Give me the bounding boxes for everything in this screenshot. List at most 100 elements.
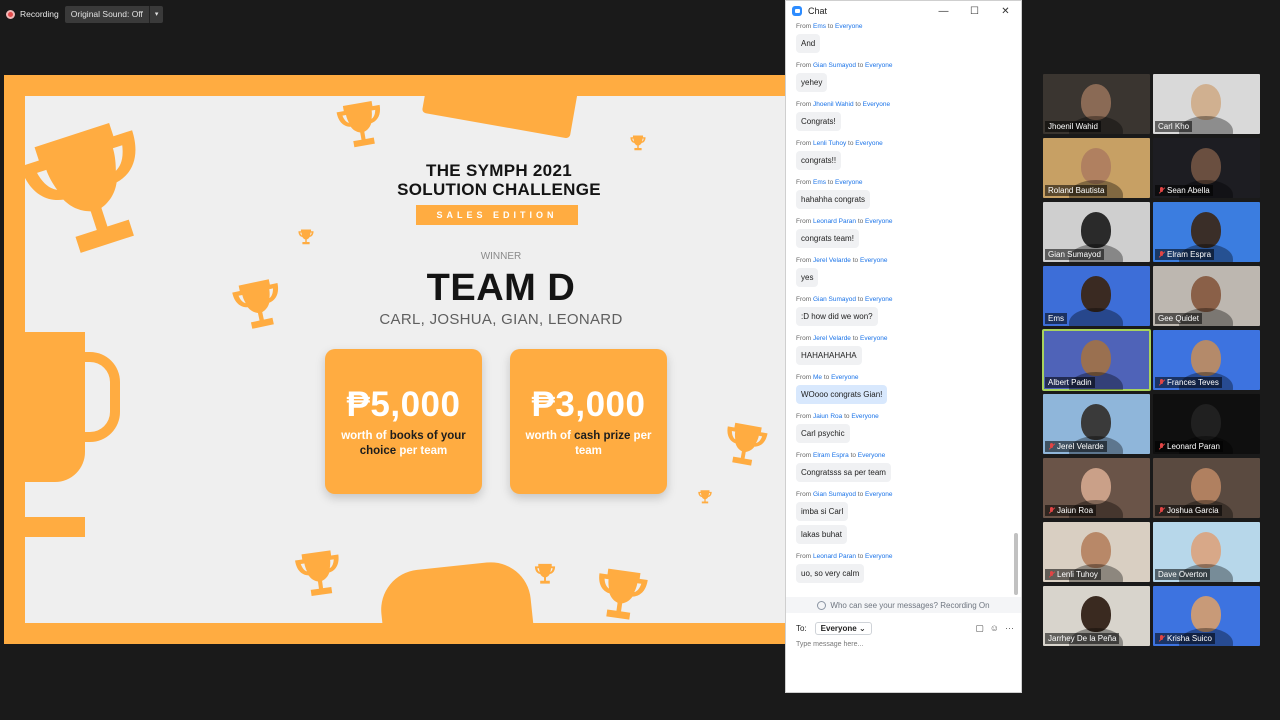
muted-mic-icon [1158, 378, 1165, 387]
participant-name: Jaiun Roa [1045, 505, 1097, 516]
prize-amount: ₱3,000 [531, 385, 646, 424]
participant-name: Krisha Suico [1155, 633, 1215, 644]
participant-name: Ems [1045, 313, 1067, 324]
message-bubble[interactable]: imba si Carl [796, 502, 849, 521]
video-tile[interactable]: Dave Overton [1153, 522, 1260, 582]
slide-title-line1: THE SYMPH 2021 [426, 161, 572, 180]
window-controls: — ☐ ✕ [928, 1, 1021, 21]
message-sender: From Elram Espra to Everyone [796, 452, 886, 459]
original-sound-dropdown[interactable]: ▾ [148, 5, 164, 23]
video-tile[interactable]: Albert Padin [1042, 329, 1151, 391]
muted-mic-icon [1158, 442, 1165, 451]
video-tile[interactable]: Elram Espra [1153, 202, 1260, 262]
recipient-bar: To: Everyone ⌄ ▢ ☺ ··· [796, 620, 1014, 636]
winner-label: WINNER [480, 251, 522, 262]
video-tile[interactable]: Jerel Velarde [1043, 394, 1150, 454]
trophy-icon [377, 558, 535, 623]
message-sender: From Ems to Everyone [796, 179, 863, 186]
trophy-icon [25, 98, 180, 284]
video-tile[interactable]: Gee Quidet [1153, 266, 1260, 326]
video-tile[interactable]: Frances Teves [1153, 330, 1260, 390]
participant-name: Frances Teves [1155, 377, 1222, 388]
video-tile[interactable]: Jaiun Roa [1043, 458, 1150, 518]
muted-mic-icon [1158, 506, 1165, 515]
prize-card-cash: ₱3,000 worth of cash prize per team [510, 349, 667, 494]
message-bubble[interactable]: lakas buhat [796, 525, 847, 544]
message-bubble[interactable]: Congrats! [796, 112, 841, 131]
message-bubble[interactable]: Congratsss sa per team [796, 463, 891, 482]
prize-description: worth of cash prize per team [525, 430, 652, 457]
video-tile[interactable]: Carl Kho [1153, 74, 1260, 134]
minimize-icon[interactable]: — [928, 1, 959, 21]
participant-name: Carl Kho [1155, 121, 1193, 132]
recipient-dropdown[interactable]: Everyone ⌄ [814, 621, 872, 635]
close-icon[interactable]: ✕ [990, 1, 1021, 21]
recording-label: Recording [20, 9, 59, 19]
message-bubble[interactable]: :D how did we won? [796, 307, 878, 326]
participant-name: Gee Quidet [1155, 313, 1202, 324]
video-tile[interactable]: Leonard Paran [1153, 394, 1260, 454]
video-tile[interactable]: Roland Bautista [1043, 138, 1150, 198]
participant-video [1081, 84, 1111, 120]
message-bubble[interactable]: yehey [796, 73, 828, 92]
message-sender: From Jerel Velarde to Everyone [796, 257, 888, 264]
original-sound-toggle[interactable]: Original Sound: Off ▾ [64, 5, 164, 23]
message-sender: From Leonard Paran to Everyone [796, 218, 893, 225]
chat-messages[interactable]: From Ems to Everyone And From Gian Sumayod… [786, 21, 1014, 595]
video-tile[interactable]: Ems [1043, 266, 1150, 326]
participant-name: Elram Espra [1155, 249, 1215, 260]
zoom-logo-icon [792, 6, 802, 16]
more-icon[interactable]: ··· [1005, 623, 1014, 634]
message-bubble[interactable]: congrats team! [796, 229, 859, 248]
file-icon[interactable]: ▢ [975, 623, 984, 634]
participant-video [1191, 532, 1221, 568]
message-bubble[interactable]: uo, so very calm [796, 564, 865, 583]
message-bubble[interactable]: HAHAHAHAHA [796, 346, 862, 365]
prize-description: worth of books of your choice per team [341, 430, 466, 457]
video-tile[interactable]: Jarrhey De la Peña [1043, 586, 1150, 646]
recording-indicator[interactable]: Recording [6, 9, 59, 19]
muted-mic-icon [1158, 186, 1165, 195]
message-sender: From Gian Sumayod to Everyone [796, 62, 893, 69]
message-bubble[interactable]: And [796, 34, 821, 53]
participant-name: Jarrhey De la Peña [1045, 633, 1120, 644]
video-tile[interactable]: Sean Abella [1153, 138, 1260, 198]
message-bubble[interactable]: WOooo congrats Gian! [796, 385, 888, 404]
participant-video [1081, 212, 1111, 248]
message-bubble[interactable]: yes [796, 268, 819, 287]
video-tile[interactable]: Lenli Tuhoy [1043, 522, 1150, 582]
participant-name: Albert Padin [1045, 377, 1095, 388]
chat-scrollbar[interactable] [1014, 23, 1018, 595]
participant-video [1081, 532, 1111, 568]
trophy-icon [629, 134, 647, 152]
message-sender: From Gian Sumayod to Everyone [796, 296, 893, 303]
message-bubble[interactable]: hahahha congrats [796, 190, 871, 209]
video-tile[interactable]: Krisha Suico [1153, 586, 1260, 646]
recording-bar: Recording Original Sound: Off ▾ [6, 5, 164, 23]
message-sender: From Jhoenil Wahid to Everyone [796, 101, 891, 108]
video-tile[interactable]: Jhoenil Wahid [1043, 74, 1150, 134]
privacy-notice[interactable]: Who can see your messages? Recording On [786, 597, 1021, 613]
message-bubble[interactable]: Carl psychic [796, 424, 850, 443]
muted-mic-icon [1048, 506, 1055, 515]
participant-name: Lenli Tuhoy [1045, 569, 1101, 580]
message-sender: From Leonard Paran to Everyone [796, 553, 893, 560]
participant-name: Gian Sumayod [1045, 249, 1104, 260]
video-tile[interactable]: Joshua Garcia [1153, 458, 1260, 518]
participant-video [1191, 212, 1221, 248]
to-label: To: [796, 623, 807, 633]
participant-name: Jhoenil Wahid [1045, 121, 1101, 132]
participant-video [1191, 84, 1221, 120]
participant-video [1081, 340, 1111, 376]
scrollbar-thumb[interactable] [1014, 533, 1018, 595]
message-input[interactable]: Type message here... [796, 641, 863, 648]
team-members: CARL, JOSHUA, GIAN, LEONARD [379, 311, 623, 328]
original-sound-label: Original Sound: Off [70, 9, 143, 19]
emoji-icon[interactable]: ☺ [990, 623, 999, 634]
video-tile[interactable]: Gian Sumayod [1043, 202, 1150, 262]
trophy-icon [331, 96, 392, 156]
message-bubble[interactable]: congrats!! [796, 151, 842, 170]
maximize-icon[interactable]: ☐ [959, 1, 990, 21]
muted-mic-icon [1048, 570, 1055, 579]
message-sender: From Me to Everyone [796, 374, 859, 381]
